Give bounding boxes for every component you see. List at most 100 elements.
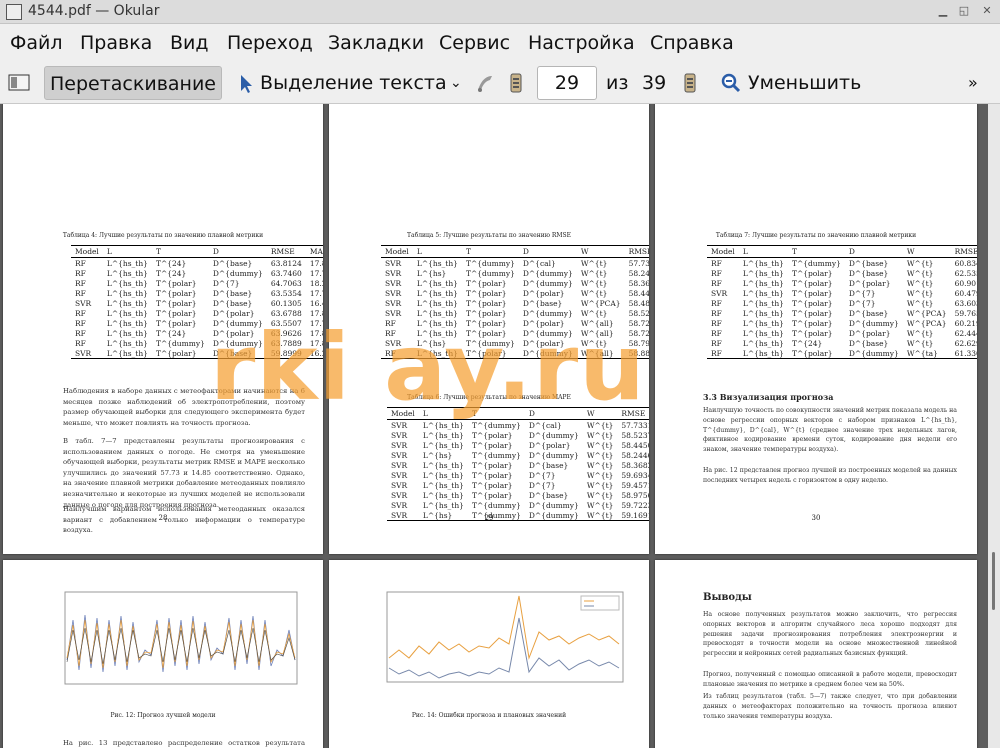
page-number-input[interactable]: 29 bbox=[537, 66, 597, 100]
table-cell: W^{t} bbox=[580, 288, 608, 298]
close-icon[interactable]: ✕ bbox=[980, 4, 994, 18]
vertical-scrollbar[interactable] bbox=[988, 104, 1000, 748]
table-cell: L^{hs_th} bbox=[106, 298, 148, 308]
previous-page-icon[interactable] bbox=[508, 66, 524, 100]
table-cell: L^{hs_th} bbox=[422, 420, 464, 430]
table-cell: W^{t} bbox=[586, 460, 614, 470]
table-cell: L^{hs_th} bbox=[416, 278, 458, 288]
drag-mode-button[interactable]: Перетаскивание bbox=[44, 66, 222, 100]
table-cell: RF bbox=[711, 348, 722, 358]
table-row: SVR L^{hs_th} T^{polar} D^{dummy} W^{t} 58.52… bbox=[381, 308, 649, 318]
table-cell: 59.8999 bbox=[270, 348, 302, 358]
table-cell: 59.7655 bbox=[954, 308, 977, 318]
column-header: RMSE bbox=[950, 245, 977, 258]
table-cell: D^{polar} bbox=[848, 328, 891, 338]
page-number: 30 bbox=[811, 514, 821, 522]
table-cell: 59.4571 bbox=[621, 480, 649, 490]
menu-tools[interactable]: Сервис bbox=[439, 32, 510, 54]
window-title: 4544.pdf — Okular bbox=[28, 3, 160, 19]
table-cell: 60.9013 bbox=[954, 278, 977, 288]
table-cell: T^{polar} bbox=[791, 268, 833, 278]
table-row: SVR L^{hs_th} T^{polar} D^{polar} W^{t} 58.44… bbox=[381, 288, 649, 298]
toolbar: Перетаскивание Выделение текста ⌄ 29 из … bbox=[0, 62, 1000, 104]
table-cell: SVR bbox=[391, 490, 408, 500]
table-cell: W^{all} bbox=[580, 348, 614, 358]
table-cell: 57.7331 bbox=[621, 420, 649, 430]
text-selection-button[interactable]: Выделение текста bbox=[238, 66, 447, 100]
table-cell: T^{polar} bbox=[155, 278, 197, 288]
table-cell: T^{polar} bbox=[465, 328, 507, 338]
table-cell: W^{t} bbox=[906, 288, 934, 298]
table-cell: L^{hs_th} bbox=[106, 288, 148, 298]
table-row: RF L^{hs_th} T^{polar} D^{dummy} W^{PCA} 60.2… bbox=[707, 318, 977, 328]
table-row: RFL^{hs_th}T^{24}D^{base}63.812417.80375… bbox=[71, 258, 323, 269]
table-cell: RF bbox=[75, 318, 86, 328]
table-row: RF L^{hs_th} T^{polar} D^{polar} W^{t} 60.901… bbox=[707, 278, 977, 288]
table-cell: W^{ta} bbox=[906, 348, 938, 358]
table-cell: 16.4537 bbox=[309, 298, 323, 308]
column-header: W bbox=[582, 407, 618, 420]
menu-edit[interactable]: Правка bbox=[80, 32, 152, 54]
sidebar-toggle-icon[interactable] bbox=[8, 66, 32, 100]
table-cell: SVR bbox=[391, 460, 408, 470]
table-row: RF L^{hs_th} T^{24} D^{polar} 63.9626 17.8504… bbox=[71, 328, 323, 338]
maximize-icon[interactable]: ◱ bbox=[957, 4, 971, 18]
table-cell: D^{dummy} bbox=[848, 318, 899, 328]
table-cell: W^{t} bbox=[586, 500, 614, 510]
table-cell: 58.2446 bbox=[621, 450, 649, 460]
scrollbar-thumb[interactable] bbox=[992, 552, 995, 610]
paragraph: В табл. 7—7 представлены результаты прог… bbox=[63, 437, 305, 509]
table-cell: W^{all} bbox=[580, 318, 614, 328]
table-cell: SVR bbox=[385, 278, 402, 288]
table-cell: SVR bbox=[711, 288, 728, 298]
table-row: RF L^{hs_th} T^{dummy} D^{base} W^{t} 60.8342… bbox=[707, 258, 977, 269]
table-cell: L^{hs_th} bbox=[742, 278, 784, 288]
menu-file[interactable]: Файл bbox=[10, 32, 63, 54]
table-cell: T^{dummy} bbox=[465, 268, 515, 278]
pen-annotation-icon[interactable] bbox=[474, 66, 496, 100]
table-cell: T^{dummy} bbox=[471, 500, 521, 510]
table-row: RFL^{hs_th}T^{polar}D^{7}W^{t}63.603017.… bbox=[707, 298, 977, 308]
table-cell: D^{base} bbox=[212, 288, 253, 298]
table-cell: RF bbox=[711, 268, 722, 278]
table-cell: T^{polar} bbox=[465, 348, 507, 358]
table-cell: T^{polar} bbox=[791, 328, 833, 338]
table-row: SVRL^{hs}T^{dummy}D^{dummy}W^{t}58.24461… bbox=[381, 268, 649, 278]
table-cell: L^{hs_th} bbox=[422, 470, 464, 480]
table-cell: 63.6788 bbox=[270, 308, 302, 318]
menu-go[interactable]: Переход bbox=[227, 32, 313, 54]
table-row: SVRL^{hs_th}T^{polar}D^{7}W^{t}60.479216… bbox=[707, 288, 977, 298]
table-cell: 63.8124 bbox=[270, 258, 302, 268]
table-cell: L^{hs_th} bbox=[106, 258, 148, 268]
page-31: Рис. 12: Прогноз лучшей модели На рис. 1… bbox=[3, 560, 323, 748]
chevron-down-icon[interactable]: ⌄ bbox=[450, 66, 462, 100]
table-row: RF L^{hs_th} T^{polar} D^{polar} W^{all} 58.7… bbox=[381, 318, 649, 328]
menu-bookmarks[interactable]: Закладки bbox=[328, 32, 424, 54]
table-cell: W^{t} bbox=[580, 278, 608, 288]
table-cell: 58.4450 bbox=[628, 288, 649, 298]
more-toolbar-icon[interactable]: » bbox=[968, 66, 978, 100]
next-page-icon[interactable] bbox=[682, 66, 698, 100]
table-cell: L^{hs_th} bbox=[422, 430, 464, 440]
table-cell: L^{hs_th} bbox=[106, 328, 148, 338]
table-row: RF L^{hs_th} T^{polar} D^{dummy} W^{all} 58.8… bbox=[381, 348, 649, 359]
table-cell: D^{polar} bbox=[522, 318, 565, 328]
minimize-icon[interactable]: ▁ bbox=[936, 4, 950, 18]
table-cell: L^{hs_th} bbox=[742, 258, 784, 268]
zoom-out-label: Уменьшить bbox=[748, 72, 862, 94]
document-viewport[interactable]: Таблица 4: Лучшие результаты по значению… bbox=[0, 104, 988, 748]
table-cell: D^{base} bbox=[848, 308, 889, 318]
table-cell: T^{dummy} bbox=[471, 450, 521, 460]
table-cell: L^{hs_th} bbox=[106, 268, 148, 278]
table-header-row: ModelLTDWRMSEMAPEMetric bbox=[707, 245, 977, 258]
menu-help[interactable]: Справка bbox=[650, 32, 734, 54]
zoom-out-button[interactable]: Уменьшить bbox=[720, 66, 861, 100]
table-row: RF L^{hs_th} T^{polar} D^{base} W^{t} 62.5355… bbox=[707, 268, 977, 278]
table-cell: RF bbox=[75, 338, 86, 348]
menu-view[interactable]: Вид bbox=[170, 32, 209, 54]
table-cell: W^{t} bbox=[586, 430, 614, 440]
page-32: Рис. 14: Ошибки прогноза и плановых знач… bbox=[329, 560, 649, 748]
page-number: 29 bbox=[484, 514, 494, 522]
menu-settings[interactable]: Настройка bbox=[528, 32, 635, 54]
table-cell: L^{hs_th} bbox=[742, 268, 784, 278]
